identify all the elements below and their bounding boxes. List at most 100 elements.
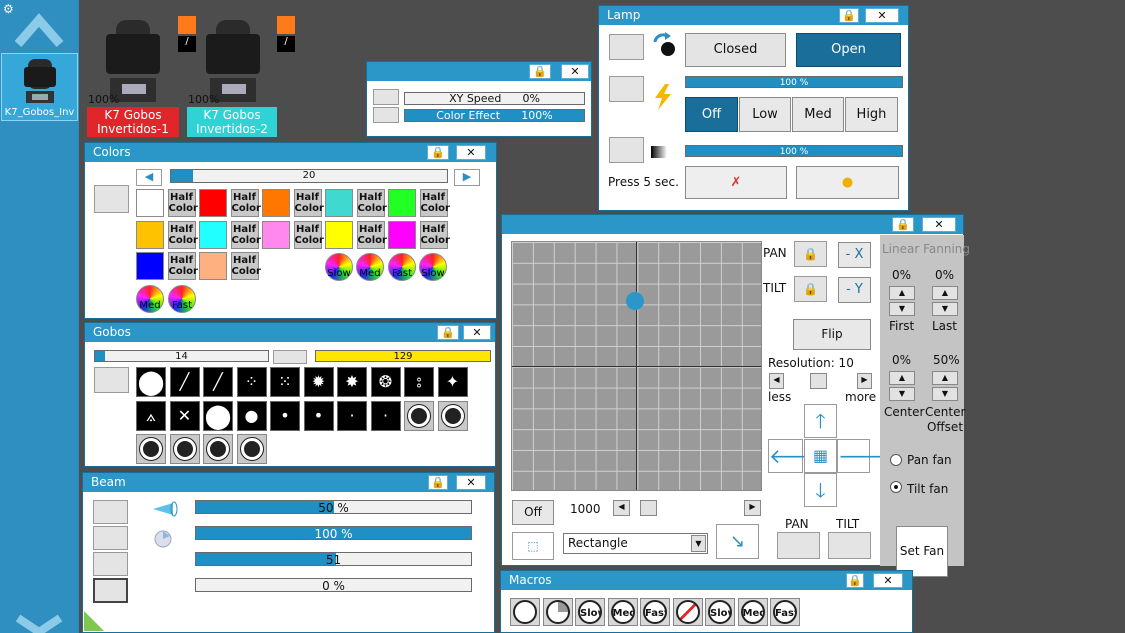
move-right-arrow-icon[interactable]: 🡒 [837,439,892,473]
move-left-arrow-icon[interactable]: 🡐 [768,439,823,473]
gobo-wheel-slot-icon[interactable]: ╱ [203,367,233,397]
invert-y-button[interactable]: - Y [838,277,871,303]
half-color-button[interactable]: Half Color [230,189,261,217]
gobo-wheel-slot-icon[interactable]: ⟑ [136,400,166,431]
color-effect-button[interactable] [373,107,399,123]
gobo-wheel-slot-icon[interactable]: ╱ [169,367,200,397]
half-color-button[interactable]: Half Color [419,220,450,249]
gobo-wheel-slot-icon[interactable]: ✸ [337,367,367,397]
lamp-level-low[interactable]: Low [739,97,791,132]
gobo-wheel-slot-icon[interactable]: ❂ [370,367,401,397]
lock-icon[interactable]: 🔒 [427,145,449,160]
xy-speed-bar[interactable]: XY Speed 0% [404,92,585,105]
move-up-arrow-icon[interactable]: 🡑 [804,404,837,438]
close-icon[interactable]: ✕ [456,145,486,160]
resolution-thumb[interactable] [810,373,827,389]
color-wheel-effect[interactable]: Fast [168,285,196,313]
gobo-mode-button[interactable] [273,350,307,364]
close-icon[interactable]: ✕ [865,8,899,23]
half-color-button[interactable]: Half Color [167,252,198,280]
scroll-down-chevron-icon[interactable] [14,612,64,633]
pan-button[interactable] [777,532,820,559]
macro-button[interactable] [672,598,703,626]
lamp-power-bar[interactable]: 100 % [685,76,903,88]
resize-corner-icon[interactable] [84,611,104,631]
macro-button[interactable]: Med [737,598,768,626]
lamp-shutter-button[interactable] [609,34,644,60]
color-swatch[interactable] [199,220,227,249]
gobo-rotate-icon[interactable] [236,434,267,464]
color-swatch[interactable] [325,189,353,217]
color-swatch[interactable] [262,220,290,249]
first-up-arrow[interactable]: ▲ [889,286,915,300]
gobo-wheel-slot-icon[interactable]: ● [236,400,267,431]
pan-lock-icon[interactable]: 🔒 [794,241,827,267]
colors-slider[interactable]: 20 [170,169,448,183]
half-color-button[interactable]: Half Color [293,189,324,217]
colors-select-button[interactable] [94,185,129,213]
color-wheel-effect[interactable]: Slow [419,253,447,281]
scroll-up-chevron-icon[interactable] [14,10,64,48]
lamp-open-button[interactable]: Open [796,33,901,67]
half-color-button[interactable]: Half Color [419,189,450,217]
color-swatch[interactable] [136,189,164,217]
effect-speed-left-arrow[interactable]: ◀ [613,500,630,516]
shape-select[interactable]: Rectangle ▼ [563,533,708,554]
close-icon[interactable]: ✕ [463,325,491,340]
gobo-wheel-slot-icon[interactable]: ⁘ [236,367,267,397]
gobo-wheel-slot-icon[interactable]: ⬤ [136,367,166,397]
macro-button[interactable]: Fast [640,598,670,626]
gobo-wheel-slot-icon[interactable]: ✦ [437,367,468,397]
close-icon[interactable]: ✕ [456,475,486,490]
close-icon[interactable]: ✕ [561,64,589,79]
effect-speed-thumb[interactable] [640,500,657,516]
macro-button[interactable] [542,598,573,626]
beam-button-1[interactable] [93,500,128,524]
pan-fan-radio[interactable] [890,454,902,466]
half-color-button[interactable]: Half Color [167,220,198,249]
gobo-wheel-slot-icon[interactable]: ⬤ [203,400,233,431]
last-up-arrow[interactable]: ▲ [932,286,958,300]
gobo-rotate-icon[interactable] [169,434,200,464]
color-swatch[interactable] [136,220,164,249]
lock-icon[interactable]: 🔒 [846,573,864,588]
gobo-slider[interactable]: 14 [94,350,269,362]
colors-prev-arrow-icon[interactable]: ◀ [136,169,162,186]
macro-button[interactable]: Med [607,598,638,626]
close-icon[interactable]: ✕ [873,573,903,588]
invert-x-button[interactable]: - X [838,242,871,268]
xy-position-dot[interactable] [626,292,644,310]
resolution-less-arrow[interactable]: ◀ [769,373,784,389]
direction-arrow-icon[interactable]: ↘ [716,524,759,559]
gobo-rotation-slider[interactable]: 129 [315,350,491,362]
tilt-button[interactable] [828,532,871,559]
lock-icon[interactable]: 🔒 [428,475,448,490]
close-icon[interactable]: ✕ [922,217,956,232]
macro-button[interactable]: Fast [770,598,800,626]
color-swatch[interactable] [199,252,227,280]
color-swatch[interactable] [136,252,164,280]
fixture-tile-1[interactable]: / 100% K7 Gobos Invertidos-1 [86,14,196,137]
beam-button-3[interactable] [93,552,128,576]
lamp-level-off[interactable]: Off [685,97,738,132]
color-swatch[interactable] [262,189,290,217]
gobo-wheel-slot-icon[interactable]: ✹ [303,367,334,397]
center-down-arrow[interactable]: ▼ [889,387,915,401]
color-effect-bar[interactable]: Color Effect 100% [404,109,585,122]
gobo-wheel-slot-icon[interactable]: • [270,400,300,431]
center-up-arrow[interactable]: ▲ [889,371,915,385]
tilt-fan-radio[interactable] [890,481,902,493]
gobo-wheel-slot-icon[interactable]: ⁙ [270,367,300,397]
lamp-on-button[interactable]: ● [796,166,899,199]
color-wheel-effect[interactable]: Med [136,285,164,313]
resolution-more-arrow[interactable]: ▶ [857,373,872,389]
fixture-group-thumb[interactable]: K7_Gobos_Inv [1,53,78,121]
center-position-icon[interactable]: ▦ [804,439,837,473]
lock-icon[interactable]: 🔒 [839,8,859,23]
lamp-level-high[interactable]: High [845,97,898,132]
move-down-arrow-icon[interactable]: 🡓 [804,473,837,507]
lamp-level-med[interactable]: Med [792,97,844,132]
half-color-button[interactable]: Half Color [356,189,387,217]
last-down-arrow[interactable]: ▼ [932,302,958,316]
lamp-dimmer-button[interactable] [609,137,644,163]
